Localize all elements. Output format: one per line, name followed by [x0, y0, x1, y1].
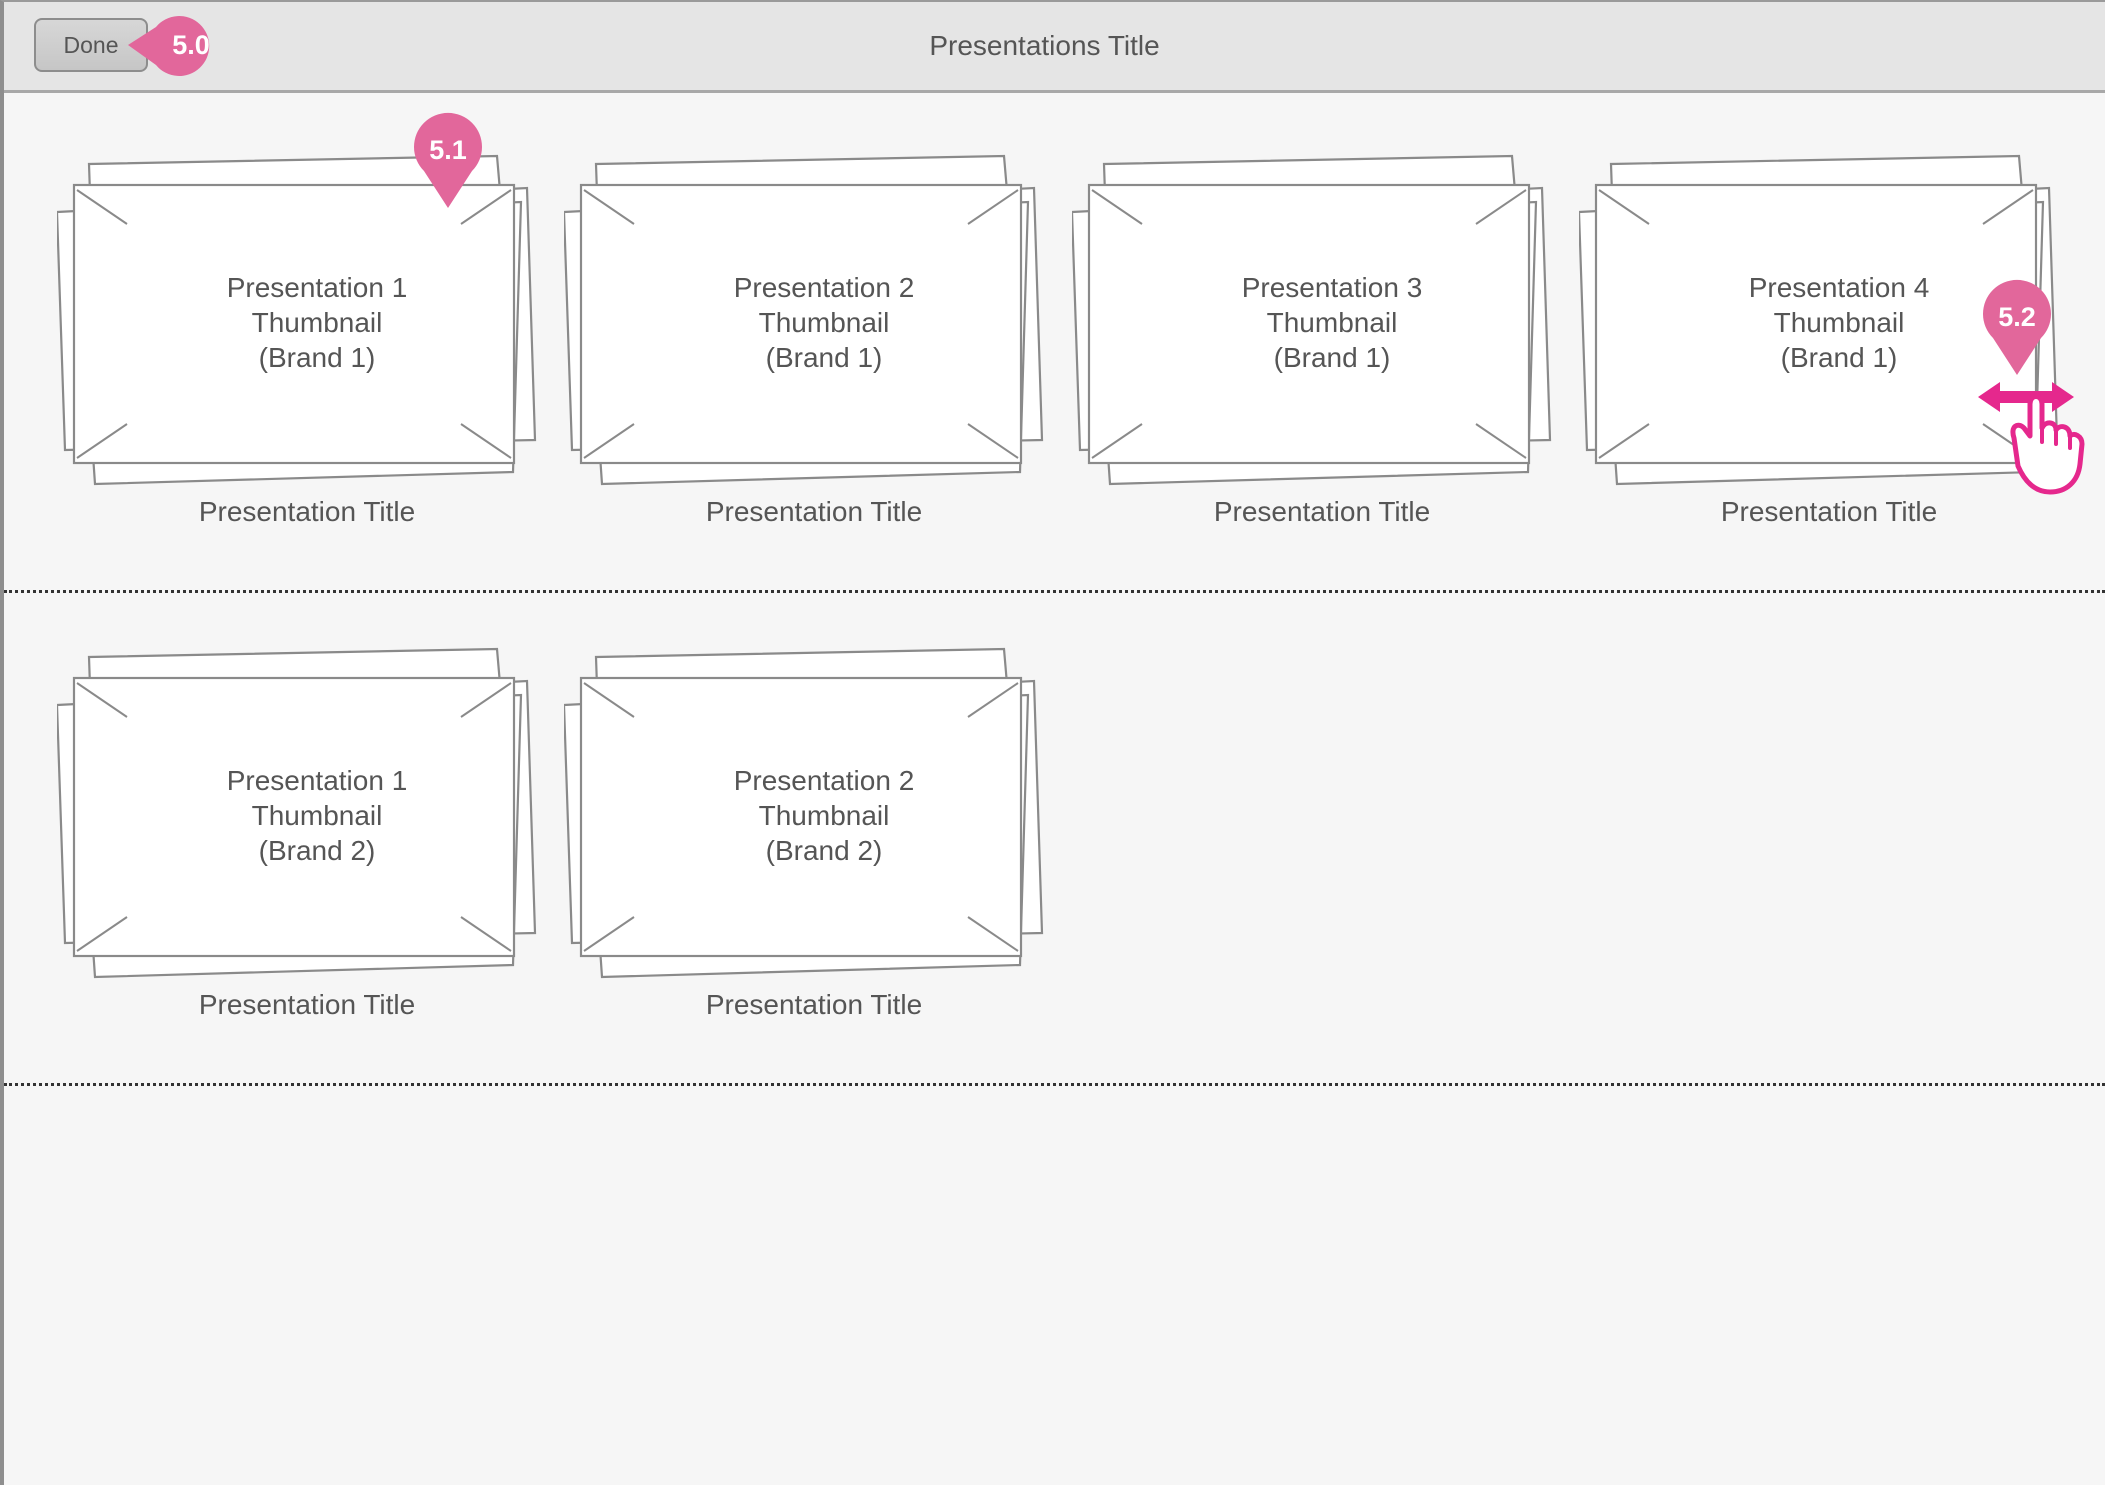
presentation-title: Presentation Title [1213, 496, 1431, 527]
thumbnail-label-line: Presentation 1 [226, 272, 408, 303]
thumbnail-label-line: Thumbnail [758, 307, 890, 338]
thumbnail-label-line: Thumbnail [251, 307, 383, 338]
thumbnail-label-line: Thumbnail [1266, 307, 1398, 338]
annotation-marker-5-2: 5.2 [1982, 278, 2052, 378]
thumbnail-label-line: (Brand 1) [258, 342, 376, 373]
presentation-card[interactable]: Presentation 3 Thumbnail (Brand 1) Presenta… [1072, 150, 1572, 527]
thumbnail-label: Presentation 3 Thumbnail (Brand 1) [1112, 270, 1552, 375]
thumbnail-label-line: Thumbnail [758, 800, 890, 831]
marker-label: 5.1 [429, 135, 467, 165]
thumbnail-label: Presentation 1 Thumbnail (Brand 2) [97, 763, 537, 868]
thumbnail-label-line: (Brand 2) [258, 835, 376, 866]
group-divider [4, 590, 2105, 593]
thumbnail-label: Presentation 2 Thumbnail (Brand 2) [604, 763, 1044, 868]
thumbnail-label: Presentation 2 Thumbnail (Brand 1) [604, 270, 1044, 375]
presentation-card[interactable]: Presentation 2 Thumbnail (Brand 2) Presenta… [564, 643, 1064, 1020]
thumbnail-label-line: Thumbnail [251, 800, 383, 831]
thumbnail-label-line: (Brand 1) [1273, 342, 1391, 373]
presentation-title: Presentation Title [705, 989, 923, 1020]
swipe-arrow-icon [1978, 382, 2085, 495]
marker-label: 5.2 [1998, 302, 2036, 332]
thumbnail-label-line: Presentation 3 [1241, 272, 1423, 303]
annotation-marker-5-1: 5.1 [413, 111, 483, 211]
presentation-title: Presentation Title [198, 496, 416, 527]
group-divider [4, 1083, 2105, 1086]
top-bar: Done Presentations Title [4, 2, 2105, 93]
hand-pointer-icon [2010, 394, 2085, 495]
presentation-title: Presentation Title [198, 989, 416, 1020]
thumbnail-label-line: Presentation 1 [226, 765, 408, 796]
presentation-title: Presentation Title [1720, 496, 1938, 527]
thumbnail-label-line: (Brand 1) [765, 342, 883, 373]
presentation-card[interactable]: Presentation 2 Thumbnail (Brand 1) Presenta… [564, 150, 1064, 527]
page-title: Presentations Title [929, 30, 1160, 61]
thumbnail-label: Presentation 1 Thumbnail (Brand 1) [97, 270, 537, 375]
swipe-gesture [1974, 370, 2104, 500]
presentation-card[interactable]: Presentation 1 Thumbnail (Brand 2) Presenta… [57, 643, 557, 1020]
thumbnail-label-line: Presentation 2 [733, 272, 915, 303]
marker-label: 5.0 [172, 30, 210, 60]
presentation-title: Presentation Title [705, 496, 923, 527]
thumbnail-label-line: (Brand 2) [765, 835, 883, 866]
thumbnail-label-line: Presentation 2 [733, 765, 915, 796]
annotation-marker-5-0: 5.0 [128, 14, 224, 78]
